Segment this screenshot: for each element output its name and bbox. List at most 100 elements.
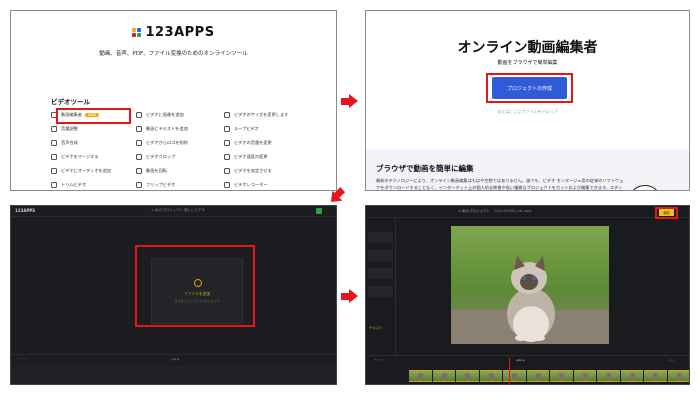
file-name: 1024-03490_cat.mp4: [494, 209, 532, 213]
tool-label: トリムビデオ: [61, 181, 87, 187]
tool-label: ビデオに画像を追加: [146, 111, 184, 117]
undo-icon[interactable]: ↶ ↷ ✂: [374, 358, 383, 362]
tool-label: ビデオにオーディオを追加: [61, 167, 111, 173]
video-preview[interactable]: [451, 226, 609, 344]
tool-label: ビデオからロゴを削除: [146, 139, 188, 145]
logo-icon: [132, 27, 142, 38]
step1-screenshot: 123APPS 動画、音声、PDF、ファイル変換のためのオンラインツール ビデオ…: [10, 10, 337, 191]
tool-item[interactable]: ビデオにオーディオを追加: [51, 166, 136, 175]
play-icon[interactable]: ◀ ▶ ▶: [171, 357, 180, 361]
info-body: 最新のテクノロジーにより、オンライン動画編集はもはや空想ではありません。誰でも、…: [376, 178, 624, 190]
cat-image: [451, 226, 609, 344]
timeline-clip[interactable]: [526, 370, 549, 382]
crop-icon: [136, 153, 142, 160]
timeline-track[interactable]: [11, 366, 336, 384]
tool-item[interactable]: ビデオに画像を追加: [136, 110, 224, 119]
timeline-clip[interactable]: [550, 370, 573, 382]
step2-screenshot: オンライン動画編集者 動画をブラウザで簡単編集 プロジェクトの作成 またはここに…: [365, 10, 690, 191]
playback-controls: ↶ ↷ ✂ ◀ ▶ ▶ —○—: [366, 355, 689, 363]
tool-label: 動画にテキストを追加: [146, 125, 188, 131]
loop-icon: [224, 125, 230, 132]
scissors-icon: [51, 181, 57, 188]
timeline-clip[interactable]: [432, 370, 455, 382]
tool-label: フリップビデオ: [146, 181, 176, 187]
tool-item[interactable]: フリップビデオ: [136, 180, 224, 189]
resize-icon: [224, 111, 230, 118]
tool-item[interactable]: ビデオからロゴを削除: [136, 138, 224, 147]
back-to-projects-link[interactable]: < 私のプロジェクト: [458, 209, 490, 214]
timeline-clip[interactable]: [503, 370, 526, 382]
illustration-icon: [628, 185, 662, 190]
page-subtitle: 動画をブラウザで簡単編集: [497, 60, 558, 66]
timeline-clip[interactable]: [597, 370, 620, 382]
record-icon: [224, 181, 230, 188]
tool-label: 動画を回転: [146, 167, 167, 173]
editor-sidebar: テキスト: [366, 218, 396, 358]
highlight-save: [655, 207, 678, 219]
timeline-clip[interactable]: [573, 370, 596, 382]
image-icon: [136, 111, 142, 118]
tool-label: ビデオのサイズを変更します: [234, 111, 289, 117]
info-section: ブラウザで動画を簡単に編集 最新のテクノロジーにより、オンライン動画編集はもはや…: [366, 149, 689, 190]
tool-item[interactable]: ビデオを安定させる: [224, 166, 304, 175]
timeline-clip[interactable]: [409, 370, 432, 382]
info-title: ブラウザで動画を簡単に編集: [376, 164, 474, 173]
text-icon: [136, 125, 142, 132]
section-title: ビデオツール: [51, 98, 90, 106]
tool-label: ビデオ速度の変更: [234, 153, 268, 159]
tool-label: ビデオを安定させる: [234, 167, 272, 173]
tool-label: ビデオをマージする: [61, 153, 99, 159]
editor-logo[interactable]: 123APPS: [15, 208, 35, 213]
tool-label: ビデオの音量を変更: [234, 139, 272, 145]
app-logo[interactable]: 123APPS: [11, 25, 336, 40]
tool-item[interactable]: ビデオレコーダー: [224, 180, 304, 189]
timeline-clip[interactable]: [644, 370, 667, 382]
step4-screenshot: < 私のプロジェクト 1024-03490_cat.mp4 保存 テキスト ↶ …: [365, 205, 690, 385]
editor-topbar: < 私のプロジェクト 1024-03490_cat.mp4 保存: [366, 206, 689, 218]
timeline-clip[interactable]: [456, 370, 479, 382]
timeline-clips[interactable]: [409, 370, 689, 382]
stabilize-icon: [224, 167, 230, 174]
page-title: オンライン動画編集者: [457, 40, 598, 56]
drop-hint: またはここにファイルをドロップ: [497, 109, 558, 114]
sidebar-tool[interactable]: [368, 250, 393, 261]
merge-icon: [51, 153, 57, 160]
tool-label: ビデオレコーダー: [234, 181, 268, 187]
sidebar-tool[interactable]: [368, 268, 393, 279]
timeline-clip[interactable]: [667, 370, 689, 382]
tool-item[interactable]: ビデオをマージする: [51, 152, 136, 161]
editor-topbar: 123APPS < 私のプロジェクト 新しいビデオ: [11, 206, 336, 217]
playhead[interactable]: [509, 358, 510, 384]
tool-item[interactable]: 動画にテキストを追加: [136, 124, 224, 133]
play-icon[interactable]: ◀ ▶ ▶: [516, 358, 525, 362]
sidebar-tool[interactable]: [368, 232, 393, 243]
timeline-clip[interactable]: [620, 370, 643, 382]
zoom-slider[interactable]: —○—: [666, 358, 675, 362]
tool-item[interactable]: ビデオ速度の変更: [224, 152, 304, 161]
tool-item[interactable]: 動画を回転: [136, 166, 224, 175]
export-icon[interactable]: [316, 208, 322, 214]
highlight-video-editor: [56, 108, 131, 124]
sidebar-tool[interactable]: [368, 286, 393, 297]
rotate-icon: [136, 167, 142, 174]
tool-item[interactable]: ビデオクロップ: [136, 152, 224, 161]
flip-icon: [136, 181, 142, 188]
volume-icon: [51, 125, 57, 132]
timeline-clip[interactable]: [479, 370, 502, 382]
tool-item[interactable]: 音量調整: [51, 124, 136, 133]
speed-icon: [224, 153, 230, 160]
tool-label: 音声合成: [61, 139, 78, 145]
editor-tabs[interactable]: < 私のプロジェクト 新しいビデオ: [151, 208, 205, 213]
tool-item[interactable]: トリムビデオ: [51, 180, 136, 189]
music-icon: [51, 167, 57, 174]
tool-label: ビデオクロップ: [146, 153, 176, 159]
undo-icon[interactable]: ↶ ↷: [19, 357, 25, 361]
tool-item[interactable]: ビデオのサイズを変更します: [224, 110, 304, 119]
tool-item[interactable]: ループビデオ: [224, 124, 304, 133]
sidebar-text-label[interactable]: テキスト: [369, 326, 383, 331]
tool-label: ループビデオ: [234, 125, 259, 131]
merge-audio-icon: [51, 139, 57, 146]
speaker-icon: [224, 139, 230, 146]
tool-item[interactable]: ビデオの音量を変更: [224, 138, 304, 147]
tool-item[interactable]: 音声合成: [51, 138, 136, 147]
